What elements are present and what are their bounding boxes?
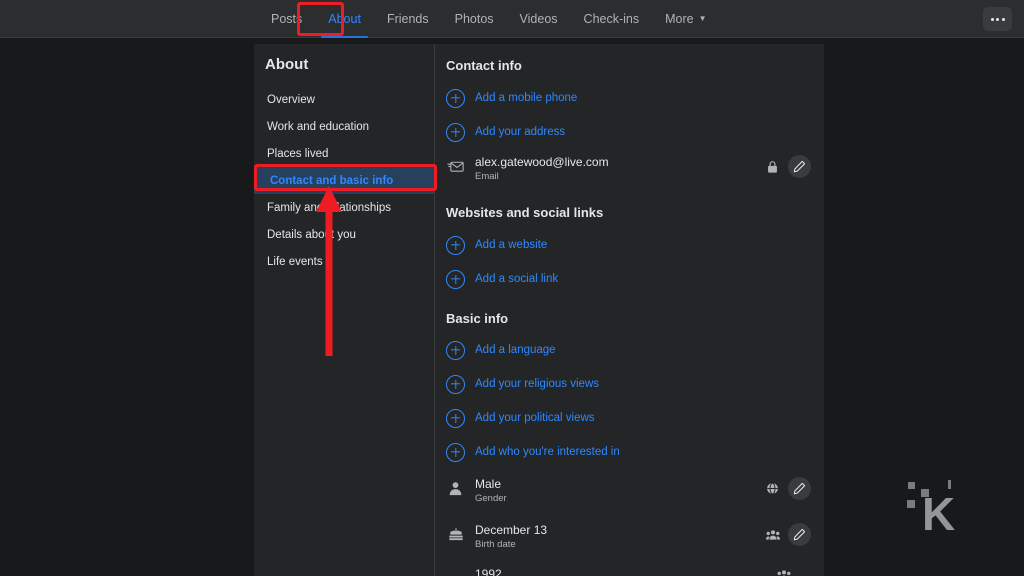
about-content-card: Contact info Add a mobile phone Add your… (435, 44, 824, 576)
tab-friends-label: Friends (386, 12, 429, 26)
sidebar-item-contact-and-basic-info[interactable]: Contact and basic info (254, 167, 435, 194)
info-row-gender: Male Gender (435, 475, 824, 515)
add-mobile-phone-row[interactable]: Add a mobile phone (435, 81, 824, 115)
about-sidebar-card: About Overview Work and education Places… (254, 44, 435, 576)
tab-posts[interactable]: Posts (258, 0, 315, 38)
email-sublabel: Email (475, 171, 499, 182)
tab-about[interactable]: About (315, 0, 374, 38)
sidebar-item-places-lived[interactable]: Places lived (259, 140, 431, 167)
profile-tab-bar: Posts About Friends Photos Videos Check-… (0, 0, 1024, 38)
sidebar-item-work-and-education[interactable]: Work and education (259, 113, 431, 140)
add-website-row[interactable]: Add a website (435, 228, 824, 262)
chevron-down-icon: ▼ (698, 13, 707, 23)
globe-icon[interactable] (765, 481, 780, 496)
add-social-link-row[interactable]: Add a social link (435, 262, 824, 296)
section-heading-basic-info: Basic info (446, 311, 509, 326)
sidebar-item-details-about-you-label: Details about you (267, 228, 356, 241)
sidebar-item-overview-label: Overview (267, 93, 315, 106)
tab-posts-label: Posts (271, 12, 303, 26)
add-social-link-label: Add a social link (475, 273, 559, 285)
add-interested-in-label: Add who you're interested in (475, 446, 620, 458)
section-heading-contact-info: Contact info (446, 58, 522, 73)
sidebar-item-overview[interactable]: Overview (259, 86, 431, 113)
sidebar-item-work-and-education-label: Work and education (267, 120, 370, 133)
edit-gender-button[interactable] (788, 477, 811, 500)
tab-friends[interactable]: Friends (374, 0, 442, 38)
envelope-icon (446, 157, 465, 176)
add-mobile-phone-label: Add a mobile phone (475, 92, 578, 104)
email-value: alex.gatewood@live.com (475, 155, 609, 169)
gender-text-block: Male Gender (475, 477, 507, 504)
lock-icon[interactable] (765, 159, 780, 174)
birth-date-row-actions (765, 523, 811, 546)
add-religious-views-label: Add your religious views (475, 378, 600, 390)
add-language-label: Add a language (475, 344, 556, 356)
sidebar-item-family-and-relationships-label: Family and relationships (267, 201, 392, 214)
sidebar-item-places-lived-label: Places lived (267, 147, 329, 160)
more-options-button[interactable] (983, 7, 1012, 31)
add-interested-in-row[interactable]: Add who you're interested in (435, 435, 824, 469)
plus-circle-icon (446, 235, 465, 255)
gender-value: Male (475, 477, 502, 491)
sidebar-item-family-and-relationships[interactable]: Family and relationships (259, 194, 431, 221)
add-address-label: Add your address (475, 126, 566, 138)
edit-birth-date-button[interactable] (788, 523, 811, 546)
plus-circle-icon (446, 269, 465, 289)
section-heading-websites-and-social-links: Websites and social links (446, 205, 604, 220)
tab-videos[interactable]: Videos (507, 0, 571, 38)
add-political-views-label: Add your political views (475, 412, 595, 424)
edit-email-button[interactable] (788, 155, 811, 178)
birth-year-text-block: 1992 Birth year (475, 567, 516, 576)
sidebar-item-life-events[interactable]: Life events (259, 248, 431, 275)
birth-date-text-block: December 13 Birth date (475, 523, 547, 550)
add-website-label: Add a website (475, 239, 548, 251)
profile-tabs: Posts About Friends Photos Videos Check-… (258, 0, 720, 38)
tab-more[interactable]: More ▼ (652, 0, 719, 38)
info-row-email: alex.gatewood@live.com Email (435, 153, 824, 193)
gender-row-actions (765, 477, 811, 500)
add-address-row[interactable]: Add your address (435, 115, 824, 149)
watermark-logo: K (904, 478, 966, 540)
screenshot-root: Posts About Friends Photos Videos Check-… (0, 0, 1024, 576)
email-text-block: alex.gatewood@live.com Email (475, 155, 609, 182)
friends-icon[interactable] (765, 527, 780, 542)
plus-circle-icon (446, 88, 465, 108)
plus-circle-icon (446, 340, 465, 360)
plus-circle-icon (446, 442, 465, 462)
birth-year-row-actions (776, 567, 791, 576)
birth-year-value: 1992 (475, 567, 502, 576)
info-row-birth-date: December 13 Birth date (435, 521, 824, 561)
birth-date-value: December 13 (475, 523, 548, 537)
add-religious-views-row[interactable]: Add your religious views (435, 367, 824, 401)
cake-icon (446, 525, 465, 544)
gender-sublabel: Gender (475, 493, 507, 504)
friends-icon[interactable] (776, 567, 791, 576)
tab-more-label: More (665, 12, 694, 26)
spacer-icon (446, 569, 465, 576)
plus-circle-icon (446, 408, 465, 428)
tab-videos-label: Videos (519, 12, 558, 26)
about-nav-list: Overview Work and education Places lived… (254, 86, 435, 275)
email-row-actions (765, 155, 811, 178)
sidebar-item-contact-and-basic-info-label: Contact and basic info (270, 174, 394, 187)
sidebar-item-life-events-label: Life events (267, 255, 323, 268)
tab-photos-label: Photos (454, 12, 494, 26)
ellipsis-icon (990, 17, 1005, 21)
about-heading: About (265, 56, 309, 73)
tab-check-ins[interactable]: Check-ins (571, 0, 653, 38)
sidebar-item-details-about-you[interactable]: Details about you (259, 221, 431, 248)
tab-photos[interactable]: Photos (442, 0, 507, 38)
info-row-birth-year: 1992 Birth year (435, 565, 824, 576)
plus-circle-icon (446, 374, 465, 394)
add-political-views-row[interactable]: Add your political views (435, 401, 824, 435)
birth-date-sublabel: Birth date (475, 539, 516, 550)
add-language-row[interactable]: Add a language (435, 333, 824, 367)
tab-check-ins-label: Check-ins (583, 12, 640, 26)
tab-about-label: About (328, 12, 361, 26)
contact-and-basic-info-panel: Contact info Add a mobile phone Add your… (435, 44, 824, 576)
person-icon (446, 479, 465, 498)
svg-text:K: K (922, 488, 955, 540)
plus-circle-icon (446, 122, 465, 142)
